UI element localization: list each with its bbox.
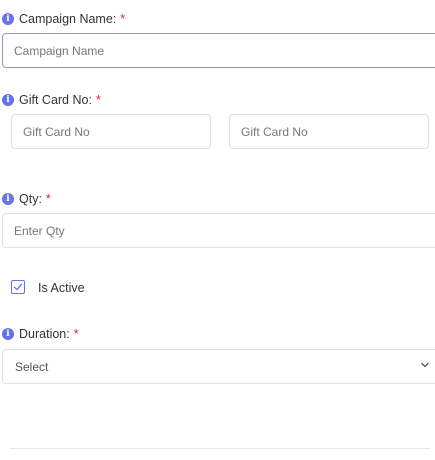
required-marker: * [120,12,126,26]
gift-card-no-label-row: i Gift Card No: * [2,91,101,109]
campaign-name-label-row: i Campaign Name: * [2,10,125,28]
gift-card-no-to-input[interactable] [229,114,429,149]
duration-label: Duration: [19,327,70,341]
duration-select[interactable]: Select [2,349,435,384]
gift-card-no-from-input[interactable] [11,114,211,149]
is-active-checkbox[interactable] [11,280,25,294]
duration-label-row: i Duration: * [2,325,79,343]
divider [10,448,430,449]
qty-label-row: i Qty: * [2,190,51,208]
checkmark-icon [13,283,23,291]
gift-card-no-label: Gift Card No: [19,93,92,107]
chevron-down-icon[interactable] [420,360,430,370]
info-icon[interactable]: i [2,13,14,25]
required-marker: * [73,327,79,341]
qty-label: Qty: [19,192,42,206]
duration-selected-value: Select [15,359,49,374]
is-active-label[interactable]: Is Active [38,280,85,296]
required-marker: * [95,93,101,107]
info-icon[interactable]: i [2,328,14,340]
campaign-name-label: Campaign Name: [19,12,117,26]
campaign-name-input[interactable] [2,33,435,68]
required-marker: * [45,192,51,206]
qty-input[interactable] [2,213,435,248]
info-icon[interactable]: i [2,193,14,205]
info-icon[interactable]: i [2,94,14,106]
